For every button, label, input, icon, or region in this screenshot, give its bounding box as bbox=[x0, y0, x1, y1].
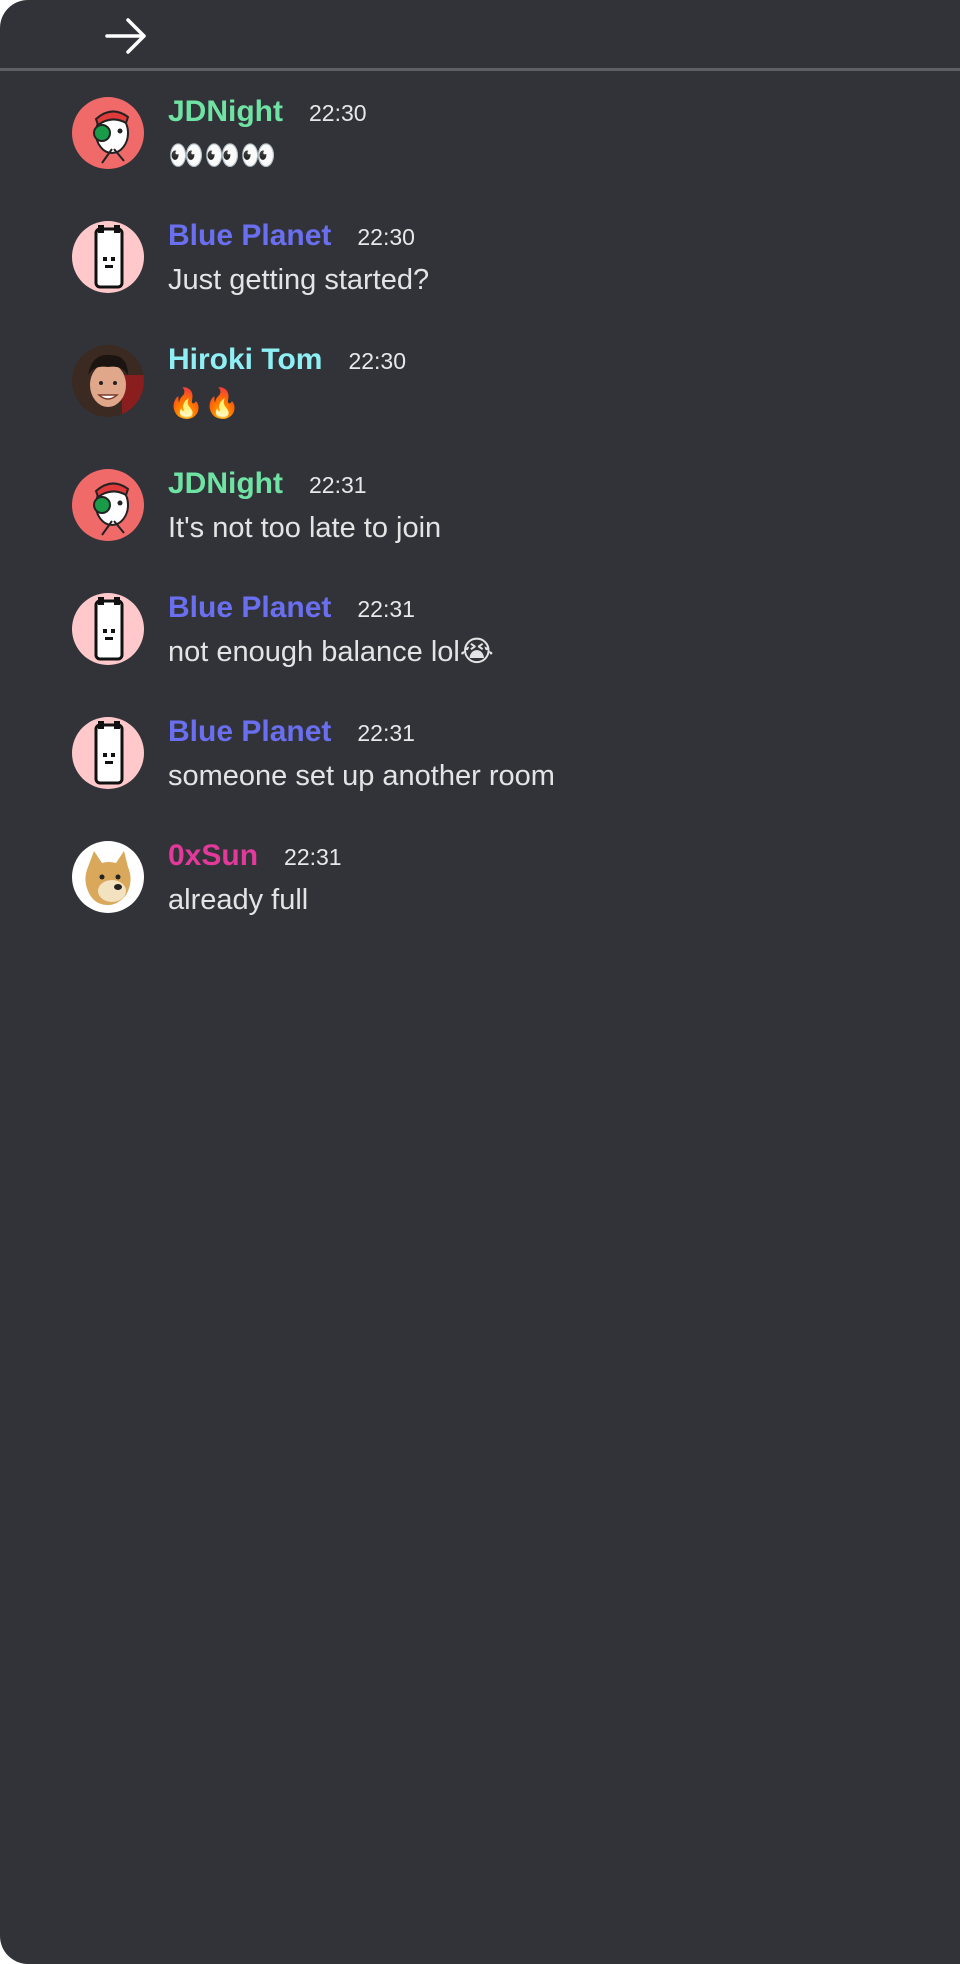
message-time: 22:30 bbox=[348, 348, 407, 374]
message-time: 22:31 bbox=[284, 844, 342, 870]
message-author[interactable]: Blue Planet bbox=[168, 588, 331, 628]
blue-planet-avatar[interactable] bbox=[72, 221, 144, 293]
message-time: 22:31 bbox=[357, 720, 415, 746]
message-time: 22:30 bbox=[309, 100, 367, 126]
jdnight-avatar[interactable] bbox=[72, 469, 144, 541]
message-text: already full bbox=[168, 884, 309, 916]
message-item: Blue Planet 22:31 someone set up another… bbox=[0, 712, 960, 836]
message-author[interactable]: Hiroki Tom bbox=[168, 340, 322, 380]
message-author[interactable]: Blue Planet bbox=[168, 712, 331, 752]
message-time: 22:31 bbox=[357, 596, 415, 622]
message-list: JDNight 22:30 👀👀👀 Blue Planet 22:30 Just… bbox=[0, 92, 960, 960]
message-author[interactable]: JDNight bbox=[168, 92, 283, 132]
message-item: Hiroki Tom 22:30 🔥🔥 bbox=[0, 340, 960, 464]
blue-planet-avatar[interactable] bbox=[72, 593, 144, 665]
message-time: 22:30 bbox=[357, 224, 415, 250]
message-text: It's not too late to join bbox=[168, 512, 442, 544]
hiroki-tom-avatar[interactable] bbox=[72, 345, 144, 417]
message-item: JDNight 22:30 👀👀👀 bbox=[0, 92, 960, 216]
message-text: 👀👀👀 bbox=[168, 140, 277, 172]
message-author[interactable]: 0xSun bbox=[168, 836, 258, 876]
message-text: 🔥🔥 bbox=[168, 388, 241, 420]
message-item: Blue Planet 22:31 not enough balance lol… bbox=[0, 588, 960, 712]
message-author[interactable]: JDNight bbox=[168, 464, 283, 504]
message-time: 22:31 bbox=[309, 472, 367, 498]
jdnight-avatar[interactable] bbox=[72, 97, 144, 169]
message-item: Blue Planet 22:30 Just getting started? bbox=[0, 216, 960, 340]
message-author[interactable]: Blue Planet bbox=[168, 216, 331, 256]
collapse-panel-button[interactable] bbox=[96, 10, 156, 58]
chat-header bbox=[0, 0, 960, 71]
message-text: not enough balance lol😭 bbox=[168, 636, 494, 668]
message-text: someone set up another room bbox=[168, 760, 555, 792]
message-item: 0xSun 22:31 already full bbox=[0, 836, 960, 960]
doge-avatar[interactable] bbox=[72, 841, 144, 913]
message-text: Just getting started? bbox=[168, 264, 430, 296]
message-item: JDNight 22:31 It's not too late to join bbox=[0, 464, 960, 588]
arrow-right-icon bbox=[105, 18, 146, 54]
blue-planet-avatar[interactable] bbox=[72, 717, 144, 789]
chat-panel: JDNight 22:30 👀👀👀 Blue Planet 22:30 Just… bbox=[0, 0, 960, 1964]
